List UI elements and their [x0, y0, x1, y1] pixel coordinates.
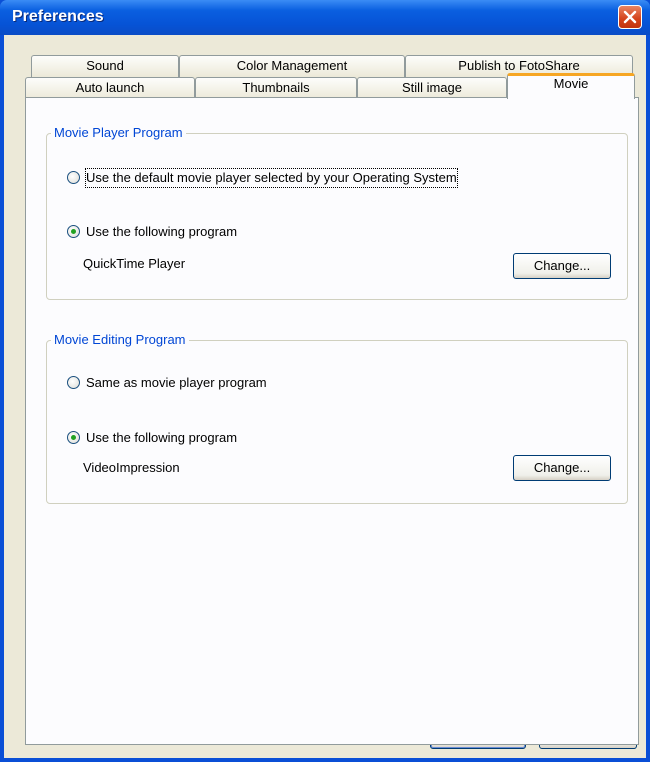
tab-sound[interactable]: Sound	[31, 55, 179, 77]
tab-label: Color Management	[236, 58, 348, 73]
movie-player-group: Movie Player Program Use the default mov…	[46, 125, 628, 300]
tab-color-management[interactable]: Color Management	[179, 55, 405, 77]
group-title: Movie Player Program	[51, 125, 186, 141]
tab-still-image[interactable]: Still image	[357, 77, 507, 99]
close-button[interactable]	[618, 5, 642, 29]
radio-button[interactable]	[67, 171, 80, 184]
tab-thumbnails[interactable]: Thumbnails	[195, 77, 357, 99]
radio-label: Same as movie player program	[86, 375, 267, 390]
player-program-name: QuickTime Player	[83, 256, 186, 271]
title-bar[interactable]: Preferences	[0, 0, 650, 35]
radio-button[interactable]	[67, 225, 80, 238]
radio-button[interactable]	[67, 376, 80, 389]
radio-label: Use the following program	[86, 224, 238, 239]
tab-label: Still image	[402, 80, 462, 95]
tab-auto-launch[interactable]: Auto launch	[25, 77, 195, 99]
editor-program-name: VideoImpression	[83, 460, 180, 475]
change-player-button[interactable]: Change...	[513, 253, 611, 279]
change-editor-button[interactable]: Change...	[513, 455, 611, 481]
radio-label: Use the following program	[86, 430, 238, 445]
radio-label: Use the default movie player selected by…	[85, 168, 458, 188]
preferences-window: Preferences Sound Color Management Publi…	[0, 0, 650, 762]
tab-label: Publish to FotoShare	[458, 58, 580, 73]
radio-button[interactable]	[67, 431, 80, 444]
dialog-client-area: Sound Color Management Publish to FotoSh…	[4, 35, 646, 758]
movie-editing-group: Movie Editing Program Same as movie play…	[46, 332, 628, 504]
tab-label: Auto launch	[75, 80, 145, 95]
tab-movie[interactable]: Movie	[507, 73, 635, 99]
tab-label: Thumbnails	[242, 80, 310, 95]
group-title: Movie Editing Program	[51, 332, 189, 348]
tab-label: Sound	[86, 58, 124, 73]
movie-tab-panel: Movie Player Program Use the default mov…	[25, 97, 639, 745]
tab-label: Movie	[553, 76, 589, 91]
window-title: Preferences	[12, 8, 104, 25]
